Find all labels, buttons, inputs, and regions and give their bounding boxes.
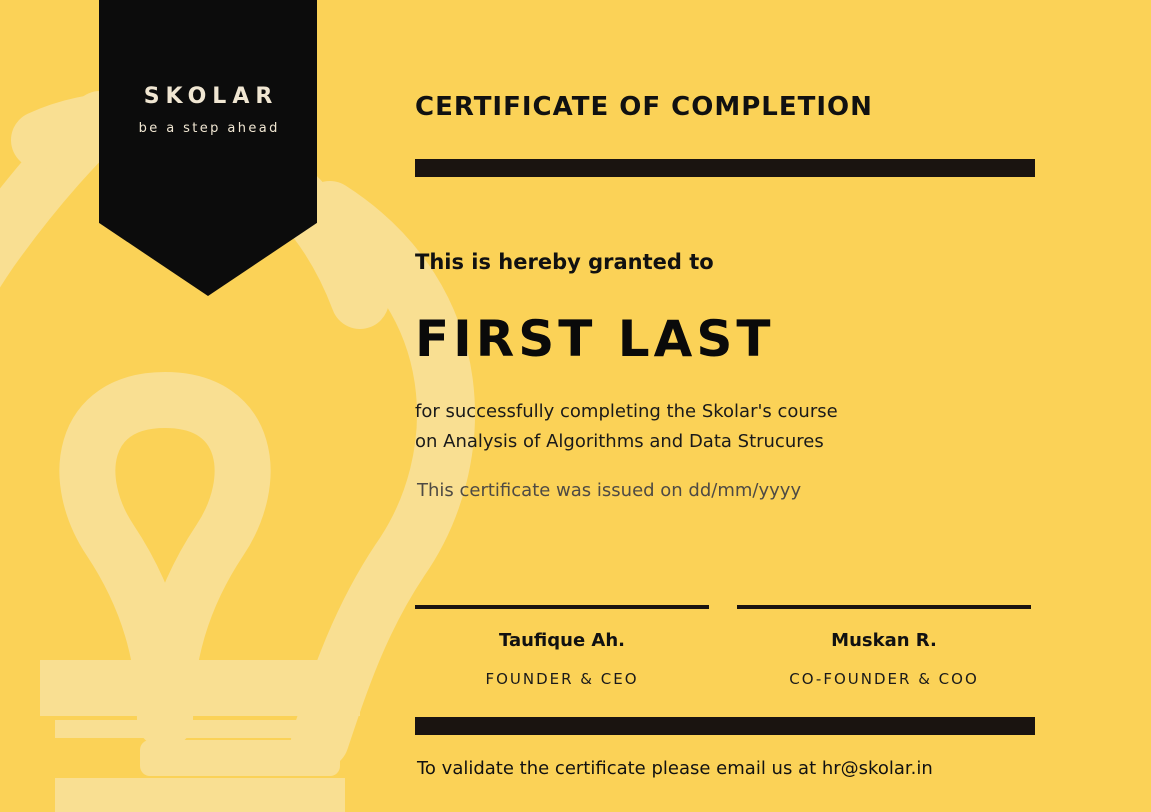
signature-line-2 (737, 605, 1031, 609)
issued-date-text: This certificate was issued on dd/mm/yyy… (417, 480, 802, 501)
certificate-title: CERTIFICATE OF COMPLETION (415, 92, 873, 122)
top-divider-bar (415, 159, 1035, 177)
description-line-1: for successfully completing the Skolar's… (415, 401, 838, 422)
granted-text: This is hereby granted to (415, 250, 714, 274)
signatory-name-2: Muskan R. (831, 630, 937, 651)
signatory-role-1: FOUNDER & CEO (485, 670, 639, 688)
signature-line-1 (415, 605, 709, 609)
signatory-name-1: Taufique Ah. (498, 630, 626, 651)
description-line-2: on Analysis of Algorithms and Data Struc… (415, 431, 824, 452)
brand-name: SKOLAR (143, 84, 279, 109)
bottom-divider-bar (415, 717, 1035, 735)
validation-text: To validate the certificate please email… (417, 758, 933, 779)
brand-tagline: be a step ahead (138, 121, 280, 136)
signatory-role-2: CO-FOUNDER & COO (789, 670, 979, 688)
brand-ribbon (99, 0, 317, 296)
recipient-name: FIRST LAST (415, 310, 775, 368)
